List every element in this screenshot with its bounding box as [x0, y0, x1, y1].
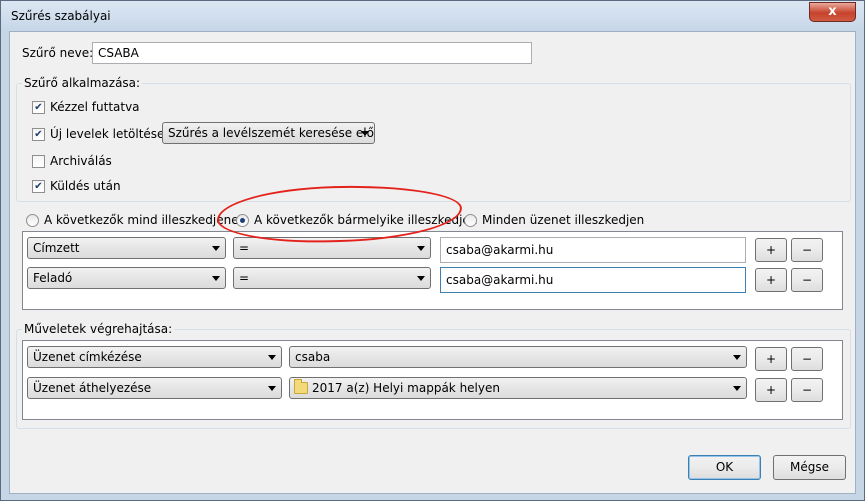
conditions-list[interactable]: Címzett = csaba@akarmi.hu + − Feladó = c… [22, 231, 843, 310]
new-mail-timing-select[interactable]: Szűrés a levélszemét keresése előtt [162, 122, 375, 144]
action-target-select[interactable]: csaba [289, 346, 747, 368]
chevron-down-icon [417, 276, 425, 281]
filter-name-input[interactable]: CSABA [92, 42, 532, 64]
after-send-label: Küldés után [50, 179, 121, 193]
dialog-window: Szűrés szabályai x Szűrő neve: CSABA Szű… [0, 0, 865, 501]
action-type-select[interactable]: Üzenet címkézése [27, 346, 282, 368]
manual-run-checkbox[interactable]: ✔ [32, 101, 45, 114]
chevron-down-icon [361, 131, 369, 136]
chevron-down-icon [417, 246, 425, 251]
action-type-select[interactable]: Üzenet áthelyezése [27, 377, 282, 399]
action-target-select[interactable]: 2017 a(z) Helyi mappák helyen [289, 377, 747, 399]
archive-label: Archiválás [50, 154, 112, 168]
chevron-down-icon [733, 386, 741, 391]
condition-field-value: Címzett [33, 241, 80, 255]
condition-field-select[interactable]: Címzett [27, 237, 226, 259]
remove-condition-button[interactable]: − [791, 268, 823, 292]
condition-operator-select[interactable]: = [233, 267, 431, 289]
add-condition-button[interactable]: + [755, 268, 787, 292]
close-icon: x [828, 4, 837, 19]
condition-operator-value: = [239, 241, 250, 255]
condition-operator-value: = [239, 271, 250, 285]
add-action-button[interactable]: + [755, 347, 787, 371]
actions-list[interactable]: Üzenet címkézése csaba + − Üzenet áthely… [22, 340, 843, 420]
apply-group-title: Szűrő alkalmazása: [22, 76, 143, 90]
actions-group-title: Műveletek végrehajtása: [22, 322, 175, 336]
manual-run-label: Kézzel futtatva [50, 100, 140, 114]
condition-value-input[interactable]: csaba@akarmi.hu [440, 237, 746, 263]
match-all-radio[interactable] [26, 214, 39, 227]
window-title: Szűrés szabályai [11, 9, 111, 23]
archive-checkbox[interactable] [32, 155, 45, 168]
chevron-down-icon [268, 355, 276, 360]
add-action-button[interactable]: + [755, 378, 787, 402]
action-target-value: csaba [295, 350, 331, 364]
ok-button[interactable]: OK [688, 455, 761, 480]
condition-field-value: Feladó [33, 271, 73, 285]
remove-condition-button[interactable]: − [791, 238, 823, 262]
remove-action-button[interactable]: − [791, 378, 823, 402]
cancel-button[interactable]: Mégse [773, 455, 846, 480]
action-target-value: 2017 a(z) Helyi mappák helyen [312, 381, 500, 395]
chevron-down-icon [268, 386, 276, 391]
dialog-body: Szűrő neve: CSABA Szűrő alkalmazása: ✔ K… [9, 31, 856, 494]
chevron-down-icon [212, 276, 220, 281]
apply-groupbox [16, 83, 851, 202]
match-every-radio[interactable] [464, 214, 477, 227]
condition-field-select[interactable]: Feladó [27, 267, 226, 289]
new-mail-checkbox[interactable]: ✔ [32, 128, 45, 141]
new-mail-timing-value: Szűrés a levélszemét keresése előtt [168, 126, 375, 140]
condition-value-input[interactable]: csaba@akarmi.hu [440, 267, 746, 293]
action-type-value: Üzenet címkézése [33, 350, 142, 364]
chevron-down-icon [733, 355, 741, 360]
action-type-value: Üzenet áthelyezése [33, 381, 152, 395]
close-button[interactable]: x [809, 2, 856, 22]
title-bar[interactable]: Szűrés szabályai x [1, 1, 864, 31]
after-send-checkbox[interactable]: ✔ [32, 180, 45, 193]
remove-action-button[interactable]: − [791, 347, 823, 371]
add-condition-button[interactable]: + [755, 238, 787, 262]
chevron-down-icon [212, 246, 220, 251]
filter-name-label: Szűrő neve: [22, 46, 94, 60]
match-every-label: Minden üzenet illeszkedjen [482, 213, 645, 227]
folder-icon [294, 379, 308, 394]
match-all-label: A következők mind illeszkedjenek [44, 213, 246, 227]
new-mail-label: Új levelek letöltése: [50, 127, 169, 141]
